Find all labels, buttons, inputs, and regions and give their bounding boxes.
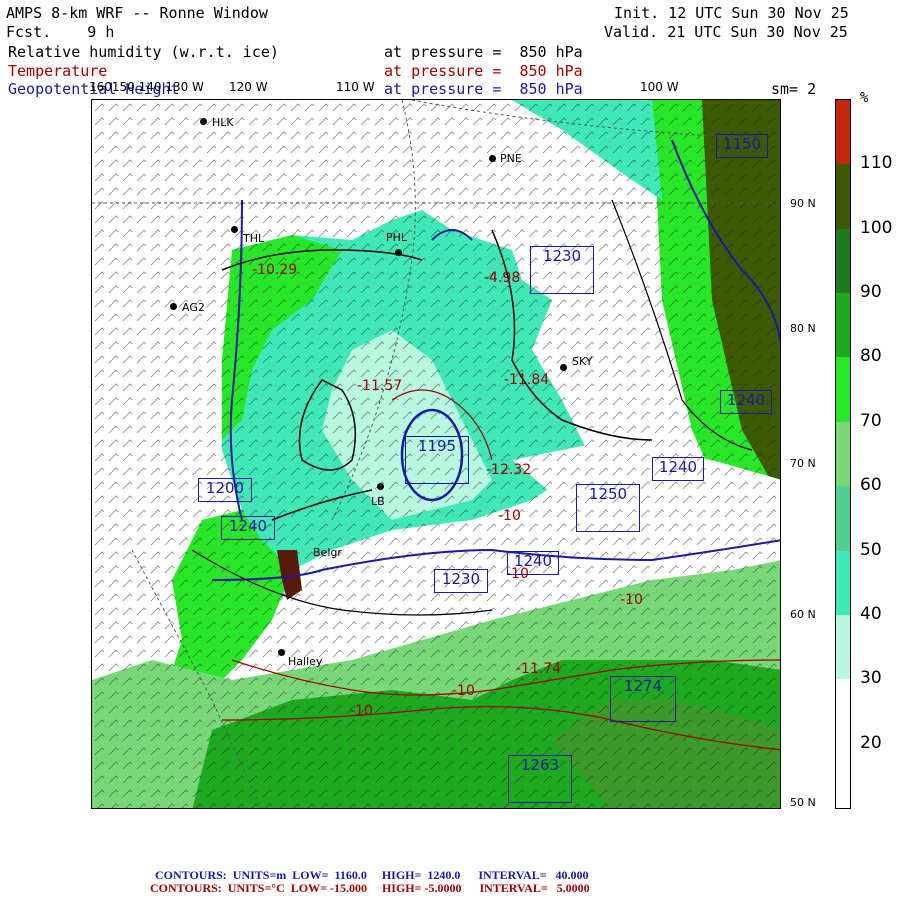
- colorbar-segment: [836, 228, 850, 294]
- lat-label: 60 N: [790, 608, 816, 621]
- height-label-box: 1150: [716, 134, 768, 158]
- colorbar-segment: [836, 100, 850, 165]
- station-label: LB: [371, 495, 385, 508]
- colorbar-segment: [836, 614, 850, 680]
- colorbar-label: 80: [860, 346, 882, 367]
- height-label-box: 1195: [405, 436, 469, 484]
- field-rh-level: at pressure = 850 hPa: [384, 43, 583, 61]
- height-label-box: 1230: [434, 569, 488, 593]
- temperature-label: -10: [506, 566, 529, 582]
- field-height-level: at pressure = 850 hPa: [384, 80, 583, 98]
- temperature-label: -11.84: [504, 372, 550, 388]
- station-label: AG2: [182, 301, 205, 314]
- station-dot: [377, 483, 384, 490]
- colorbar-segment: [836, 679, 850, 745]
- station-dot: [278, 649, 285, 656]
- lon-label: 160150 140 130 W: [89, 80, 204, 94]
- station-dot: [489, 155, 496, 162]
- field-temp-name: Temperature: [8, 62, 108, 80]
- lon-label: 120 W: [229, 80, 268, 94]
- lon-label: 100 W: [640, 80, 679, 94]
- station-label: Halley: [288, 655, 323, 668]
- colorbar-label: 20: [860, 732, 882, 753]
- height-label-box: 1274: [610, 676, 676, 722]
- colorbar-label: 50: [860, 539, 882, 560]
- field-rh-name: Relative humidity (w.r.t. ice): [8, 43, 279, 61]
- forecast-hour: Fcst. 9 h: [6, 23, 115, 41]
- temperature-label: -10: [620, 592, 643, 608]
- colorbar-segment: [836, 421, 850, 487]
- temperature-label: -10: [350, 703, 373, 719]
- station-dot: [395, 249, 402, 256]
- colorbar-label: 90: [860, 282, 882, 303]
- colorbar-label: 40: [860, 603, 882, 624]
- height-label-box: 1200: [198, 478, 252, 502]
- title: AMPS 8-km WRF -- Ronne Window: [6, 4, 268, 22]
- temperature-label: -11.74: [516, 661, 562, 677]
- valid-time: Valid. 21 UTC Sun 30 Nov 25: [604, 23, 848, 41]
- station-label: THL: [243, 232, 265, 245]
- station-label: Belgr: [313, 546, 342, 559]
- field-temp-level: at pressure = 850 hPa: [384, 62, 583, 80]
- height-label-box: 1250: [576, 484, 640, 532]
- height-label-box: 1263: [508, 755, 572, 803]
- station-dot: [231, 226, 238, 233]
- colorbar-segment: [836, 486, 850, 552]
- temperature-label: -10: [498, 508, 521, 524]
- colorbar-segment: [836, 357, 850, 423]
- height-label-box: 1240: [221, 516, 275, 540]
- station-label: SKY: [572, 355, 593, 368]
- temperature-label: -4.98: [484, 270, 521, 286]
- colorbar-label: 60: [860, 475, 882, 496]
- colorbar-label: 30: [860, 668, 882, 689]
- station-dot: [170, 303, 177, 310]
- station-label: HLK: [212, 116, 234, 129]
- height-label-box: 1240: [652, 457, 704, 481]
- temperature-label: -11.57: [357, 378, 403, 394]
- smoothing-label: sm= 2: [771, 80, 817, 98]
- colorbar-segment: [836, 550, 850, 616]
- colorbar-label: 110: [860, 153, 893, 174]
- colorbar-label: 100: [860, 217, 893, 238]
- station-label: PHL: [386, 231, 408, 244]
- temperature-label: -10: [452, 683, 475, 699]
- colorbar: [835, 99, 851, 809]
- lat-label: 80 N: [790, 322, 816, 335]
- station-dot: [560, 364, 567, 371]
- temperature-label: -12.32: [486, 462, 532, 478]
- colorbar-label: 70: [860, 410, 882, 431]
- colorbar-unit: %: [860, 90, 869, 106]
- temperature-label: -10.29: [252, 262, 298, 278]
- height-label-box: 1240: [720, 390, 772, 414]
- lat-label: 50 N: [790, 796, 816, 809]
- height-label-box: 1230: [530, 246, 594, 294]
- lat-label: 70 N: [790, 457, 816, 470]
- colorbar-segment: [836, 164, 850, 230]
- lat-label: 90 N: [790, 197, 816, 210]
- footer-temperature-contours: CONTOURS: UNITS=°C LOW= -15.000 HIGH= -5…: [150, 881, 590, 895]
- station-dot: [200, 118, 207, 125]
- lon-label: 110 W: [336, 80, 375, 94]
- colorbar-segment: [836, 743, 850, 809]
- station-label: PNE: [500, 152, 522, 165]
- init-time: Init. 12 UTC Sun 30 Nov 25: [614, 4, 849, 22]
- colorbar-segment: [836, 293, 850, 358]
